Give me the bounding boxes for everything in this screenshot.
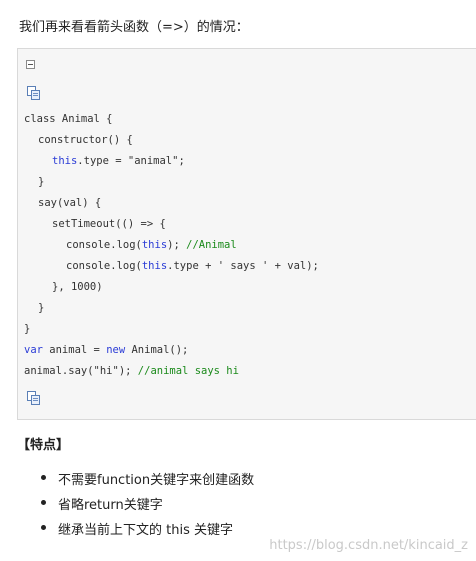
list-item: 省略return关键字 bbox=[38, 494, 254, 519]
features-title: 【特点】 bbox=[17, 438, 70, 453]
bullet-icon bbox=[41, 525, 46, 530]
code-line: } bbox=[24, 323, 31, 335]
copy-code-icon[interactable] bbox=[27, 391, 41, 405]
code-line: }, 1000) bbox=[52, 281, 103, 293]
code-line: } bbox=[38, 176, 45, 188]
feature-text: 不需要function关键字来创建函数 bbox=[58, 473, 255, 488]
code-line: this.type = "animal"; bbox=[52, 155, 185, 167]
bullet-icon bbox=[41, 500, 46, 505]
bullet-icon bbox=[41, 475, 46, 480]
feature-text: 继承当前上下文的 this 关键字 bbox=[58, 523, 233, 538]
code-line: constructor() { bbox=[38, 134, 133, 146]
intro-text: 我们再来看看箭头函数（=>）的情况： bbox=[19, 20, 249, 35]
collapse-minus-icon[interactable] bbox=[26, 60, 35, 69]
code-line: console.log(this); //Animal bbox=[66, 239, 237, 251]
feature-text: 省略return关键字 bbox=[58, 498, 163, 513]
features-list: 不需要function关键字来创建函数 省略return关键字 继承当前上下文的… bbox=[38, 469, 254, 544]
watermark: https://blog.csdn.net/kincaid_z bbox=[269, 538, 468, 553]
code-line: animal.say("hi"); //animal says hi bbox=[24, 365, 239, 377]
code-block: class Animal { constructor() { this.type =… bbox=[17, 48, 476, 420]
list-item: 不需要function关键字来创建函数 bbox=[38, 469, 254, 494]
code-line: class Animal { bbox=[24, 113, 113, 125]
list-item: 继承当前上下文的 this 关键字 bbox=[38, 519, 254, 544]
code-line: } bbox=[38, 302, 45, 314]
code-line: setTimeout(() => { bbox=[52, 218, 166, 230]
code-line: console.log(this.type + ' says ' + val); bbox=[66, 260, 319, 272]
code-line: say(val) { bbox=[38, 197, 102, 209]
code-line: var animal = new Animal(); bbox=[24, 344, 189, 356]
copy-code-icon[interactable] bbox=[27, 86, 41, 100]
